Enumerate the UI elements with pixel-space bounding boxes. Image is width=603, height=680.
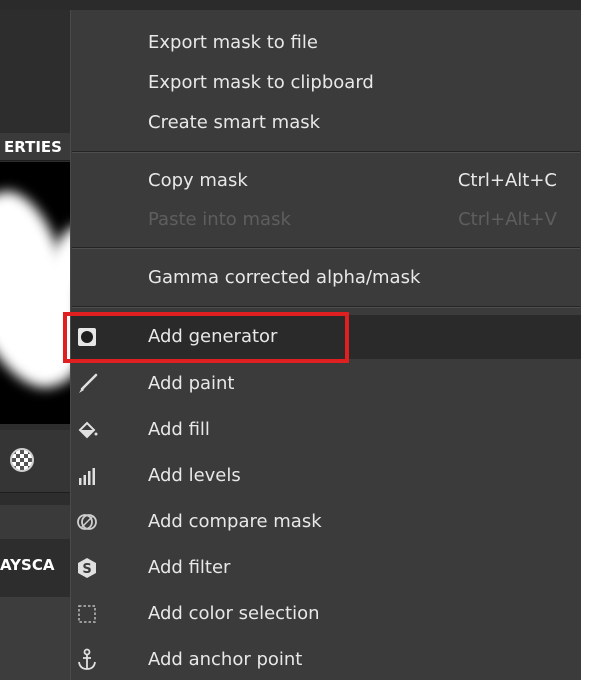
menu-item-paste-into-mask: Paste into mask Ctrl+Alt+V — [71, 200, 581, 240]
context-menu: Export mask to file Export mask to clipb… — [70, 10, 581, 680]
menu-item-export-mask-to-file[interactable]: Export mask to file — [71, 23, 581, 63]
menu-item-add-fill[interactable]: Add fill — [71, 410, 581, 450]
menu-item-label: Export mask to file — [148, 32, 318, 53]
menu-item-copy-mask[interactable]: Copy mask Ctrl+Alt+C — [71, 161, 581, 201]
menu-item-add-filter[interactable]: S Add filter — [71, 548, 581, 588]
grayscale-label: AYSCA — [0, 550, 70, 580]
menu-separator — [72, 151, 580, 153]
levels-icon — [75, 464, 99, 488]
menu-item-create-smart-mask[interactable]: Create smart mask — [71, 103, 581, 143]
menu-item-add-compare-mask[interactable]: Add compare mask — [71, 502, 581, 542]
panel-band — [0, 505, 70, 539]
menu-item-label: Create smart mask — [148, 112, 321, 133]
generator-icon — [75, 325, 99, 349]
right-edge — [581, 0, 603, 680]
menu-item-label: Export mask to clipboard — [148, 72, 374, 93]
shortcut-label: Ctrl+Alt+C — [457, 170, 557, 191]
checker-row — [0, 430, 70, 493]
menu-item-add-anchor-point[interactable]: Add anchor point — [71, 640, 581, 680]
menu-item-label: Add fill — [148, 419, 210, 440]
properties-header: ERTIES — [0, 133, 70, 161]
menu-separator — [72, 247, 580, 249]
menu-item-label: Add color selection — [148, 603, 320, 624]
svg-text:S: S — [82, 562, 91, 577]
menu-item-add-paint[interactable]: Add paint — [71, 364, 581, 404]
menu-item-add-generator[interactable]: Add generator — [71, 315, 581, 359]
color-selection-icon — [75, 602, 99, 626]
menu-item-label: Add levels — [148, 465, 241, 486]
checkerboard-icon[interactable] — [10, 448, 34, 472]
menu-item-add-color-selection[interactable]: Add color selection — [71, 594, 581, 634]
menu-item-add-levels[interactable]: Add levels — [71, 456, 581, 496]
top-strip — [0, 0, 603, 10]
menu-item-gamma-corrected[interactable]: Gamma corrected alpha/mask — [71, 258, 581, 298]
menu-item-export-mask-to-clipboard[interactable]: Export mask to clipboard — [71, 63, 581, 103]
anchor-icon — [75, 648, 99, 672]
menu-item-label: Add filter — [148, 557, 231, 578]
mask-preview — [0, 162, 70, 424]
menu-item-label: Gamma corrected alpha/mask — [148, 267, 421, 288]
menu-item-label: Add compare mask — [148, 511, 322, 532]
panel-bottom — [0, 597, 70, 680]
filter-icon: S — [75, 556, 99, 580]
paint-brush-icon — [75, 372, 99, 396]
menu-item-label: Add paint — [148, 373, 235, 394]
menu-item-label: Add generator — [148, 326, 278, 347]
menu-item-label: Copy mask — [148, 170, 248, 191]
menu-item-label: Paste into mask — [148, 209, 291, 230]
menu-item-label: Add anchor point — [148, 649, 303, 670]
compare-mask-icon — [75, 510, 99, 534]
menu-separator — [72, 306, 580, 308]
shortcut-label: Ctrl+Alt+V — [458, 209, 557, 230]
paint-bucket-icon — [75, 418, 99, 442]
